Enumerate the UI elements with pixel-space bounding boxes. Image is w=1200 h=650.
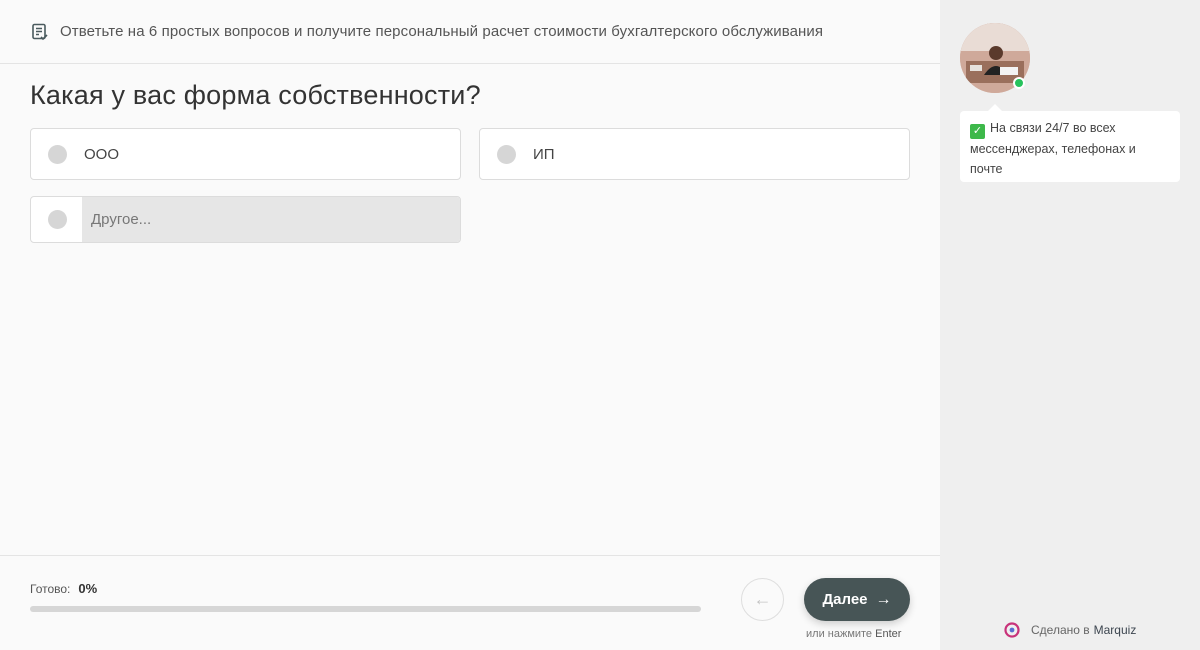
- enter-hint: или нажмите Enter: [806, 628, 901, 640]
- message-text: На связи 24/7 во всех мессенджерах, теле…: [970, 121, 1136, 176]
- made-by-brand: Marquiz: [1093, 623, 1137, 637]
- radio-button[interactable]: [497, 144, 516, 164]
- quiz-main: Ответьте на 6 простых вопросов и получит…: [0, 0, 940, 650]
- made-by-marquiz[interactable]: Сделано в Marquiz: [1004, 622, 1136, 638]
- online-status-indicator: [1013, 77, 1025, 89]
- option-other[interactable]: [30, 196, 461, 243]
- next-button[interactable]: Далее →: [804, 578, 910, 621]
- option-label: ИП: [533, 145, 555, 163]
- progress-text: Готово:: [30, 582, 71, 596]
- option-ip[interactable]: ИП: [479, 128, 910, 180]
- contact-message: ✓ На связи 24/7 во всех мессенджерах, тел…: [960, 104, 1180, 182]
- made-by-prefix: Сделано в: [1031, 623, 1090, 637]
- arrow-right-icon: →: [875, 590, 892, 608]
- consultant-sidebar: ✓ На связи 24/7 во всех мессенджерах, тел…: [940, 0, 1200, 650]
- next-label: Далее: [822, 591, 868, 608]
- radio-button[interactable]: [48, 210, 67, 229]
- hint-prefix: или нажмите: [806, 628, 873, 640]
- progress-bar: [30, 606, 701, 612]
- option-ooo[interactable]: ООО: [30, 128, 461, 180]
- progress-percent: 0%: [78, 581, 98, 596]
- progress-label: Готово: 0%: [30, 581, 97, 596]
- form-icon: [31, 23, 49, 41]
- quiz-footer: Готово: 0% ← Далее → или нажмите Enter: [0, 555, 940, 650]
- other-input[interactable]: [82, 197, 460, 242]
- intro-text: Ответьте на 6 простых вопросов и получит…: [60, 23, 824, 40]
- arrow-left-icon: ←: [753, 589, 772, 609]
- back-button[interactable]: ←: [741, 578, 784, 621]
- check-icon: ✓: [970, 123, 985, 139]
- radio-button[interactable]: [48, 144, 67, 164]
- option-label: ООО: [84, 145, 120, 163]
- marquiz-logo-icon: [1004, 622, 1020, 638]
- quiz-header: Ответьте на 6 простых вопросов и получит…: [0, 0, 940, 64]
- question-title: Какая у вас форма собственности?: [30, 80, 481, 110]
- hint-key: Enter: [875, 628, 902, 640]
